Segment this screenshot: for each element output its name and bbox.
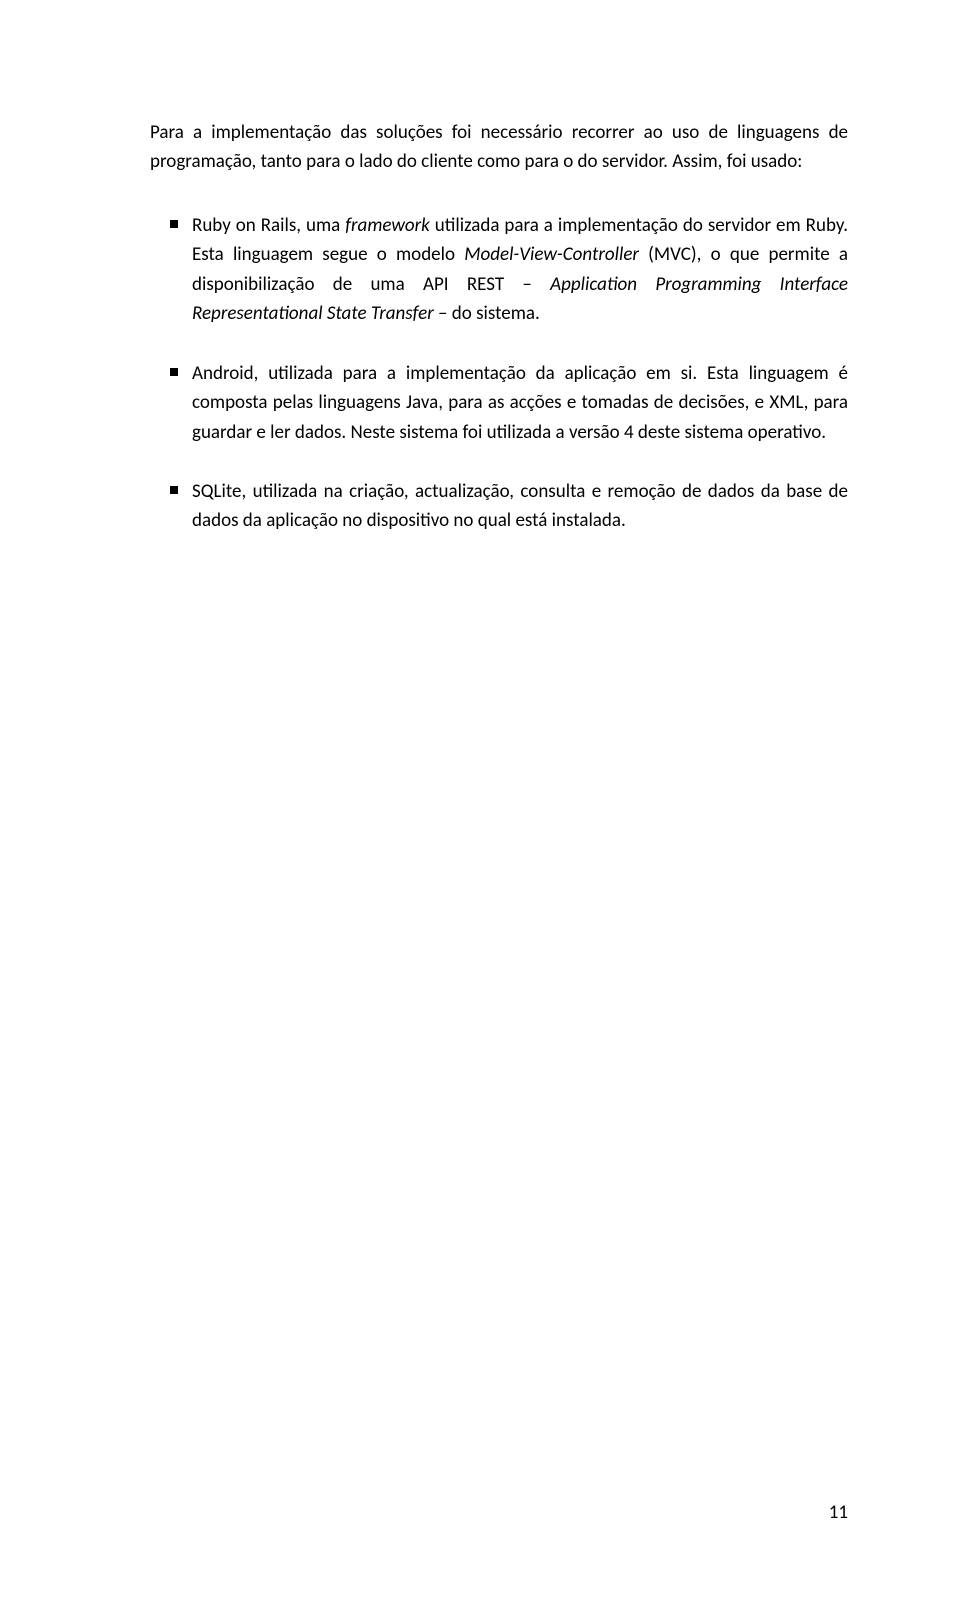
italic-text: Model-View-Controller <box>464 243 639 266</box>
text-segment: SQLite, utilizada na criação, actualizaç… <box>192 480 848 532</box>
text-segment: – do sistema. <box>434 302 540 325</box>
list-item: Ruby on Rails, uma framework utilizada p… <box>150 211 848 329</box>
bullet-list: Ruby on Rails, uma framework utilizada p… <box>150 211 848 536</box>
text-segment: Android, utilizada para a implementação … <box>192 362 848 444</box>
list-item: Android, utilizada para a implementação … <box>150 359 848 447</box>
page-number: 11 <box>829 1498 848 1527</box>
intro-paragraph: Para a implementação das soluções foi ne… <box>150 118 848 177</box>
text-segment: Ruby on Rails, uma <box>192 214 345 237</box>
italic-text: framework <box>345 214 430 237</box>
list-item: SQLite, utilizada na criação, actualizaç… <box>150 477 848 536</box>
